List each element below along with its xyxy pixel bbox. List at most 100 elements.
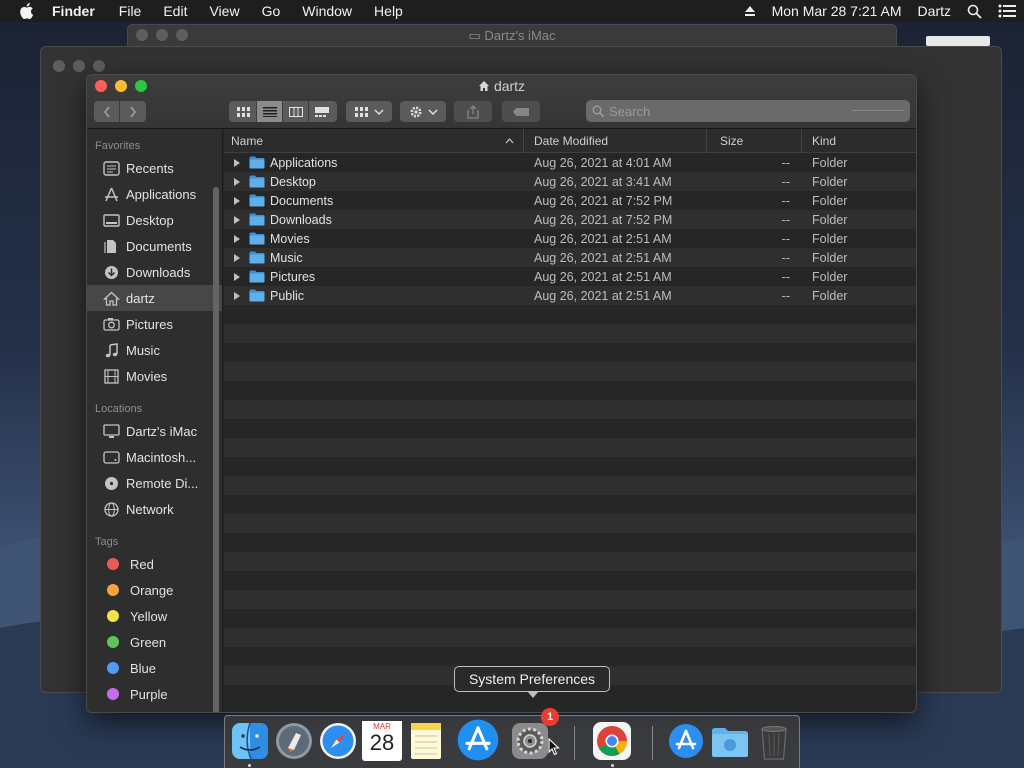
column-header-label: Name [231,133,264,148]
search-field-underline [852,110,904,111]
table-row[interactable]: Applications Aug 26, 2021 at 4:01 AM -- Fol… [224,153,916,172]
menu-edit[interactable]: Edit [163,3,187,19]
forward-button[interactable] [120,101,146,122]
menubar-clock[interactable]: Mon Mar 28 7:21 AM [772,3,902,19]
disclosure-triangle-icon[interactable] [234,291,240,300]
empty-row [224,362,916,381]
back-button[interactable] [94,101,120,122]
icon-view-button[interactable] [231,101,257,122]
sidebar-tag-orange[interactable]: Orange [87,577,222,603]
table-row[interactable]: Documents Aug 26, 2021 at 7:52 PM -- Folder [224,191,916,210]
share-button[interactable] [454,101,492,122]
sidebar-item-label: Network [126,501,174,517]
menu-view[interactable]: View [209,3,239,19]
sidebar-tag-green[interactable]: Green [87,629,222,655]
column-header-kind[interactable]: Kind [802,129,916,153]
calendar-icon[interactable]: MAR 28 [362,721,402,761]
notification-center-icon[interactable] [998,4,1016,18]
tag-color-dot [107,558,119,570]
sidebar-item-network[interactable]: Network [87,496,222,522]
sidebar-tag-blue[interactable]: Blue [87,655,222,681]
sidebar-tag-purple[interactable]: Purple [87,681,222,707]
menu-help[interactable]: Help [374,3,403,19]
file-size: -- [781,174,790,189]
notes-icon[interactable] [406,721,446,761]
sidebar-item-remote-disc[interactable]: Remote Di... [87,470,222,496]
folder-icon [249,232,265,245]
sidebar-item-macintosh-hd[interactable]: Macintosh... [87,444,222,470]
sidebar-tag-yellow[interactable]: Yellow [87,603,222,629]
empty-row [224,514,916,533]
sidebar-item-label: Red [130,556,154,572]
downloads-folder-icon[interactable] [710,721,750,761]
sidebar-item-applications[interactable]: Applications [87,181,222,207]
app-store-icon[interactable] [456,718,500,762]
menu-window[interactable]: Window [302,3,352,19]
table-row[interactable]: Desktop Aug 26, 2021 at 3:41 AM -- Folder [224,172,916,191]
sidebar-section-locations: Locations [95,403,143,415]
file-kind: Folder [812,193,848,208]
sidebar-item-movies[interactable]: Movies [87,363,222,389]
sidebar-item-recents[interactable]: Recents [87,155,222,181]
file-date: Aug 26, 2021 at 2:51 AM [534,250,672,265]
finder-icon[interactable] [230,721,270,761]
sidebar-item-home[interactable]: dartz [87,285,222,311]
eject-icon[interactable] [744,5,756,17]
sidebar-item-documents[interactable]: Documents [87,233,222,259]
dock-separator [574,726,575,760]
action-button[interactable] [400,101,446,122]
search-field[interactable] [586,100,910,122]
chrome-icon[interactable] [592,721,632,761]
launchpad-icon[interactable] [274,721,314,761]
sidebar-item-desktop[interactable]: Desktop [87,207,222,233]
sidebar-tag-red[interactable]: Red [87,551,222,577]
gallery-view-button[interactable] [309,101,335,122]
column-header-date[interactable]: Date Modified [524,128,707,153]
disclosure-triangle-icon[interactable] [234,272,240,281]
menu-go[interactable]: Go [262,3,281,19]
list-view-button[interactable] [257,101,283,122]
disclosure-triangle-icon[interactable] [234,215,240,224]
disclosure-triangle-icon[interactable] [234,158,240,167]
sidebar-item-music[interactable]: Music [87,337,222,363]
table-row[interactable]: Downloads Aug 26, 2021 at 7:52 PM -- Folder [224,210,916,229]
table-row[interactable]: Public Aug 26, 2021 at 2:51 AM -- Folder [224,286,916,305]
safari-icon[interactable] [318,721,358,761]
sidebar-item-label: Purple [130,686,168,702]
search-input[interactable] [609,103,849,119]
table-row[interactable]: Music Aug 26, 2021 at 2:51 AM -- Folder [224,248,916,267]
sidebar-item-label: Green [130,634,167,650]
spotlight-search-icon[interactable] [967,4,982,19]
globe-icon [104,501,119,517]
file-date: Aug 26, 2021 at 2:51 AM [534,231,672,246]
file-date: Aug 26, 2021 at 3:41 AM [534,174,672,189]
column-view-button[interactable] [283,101,309,122]
disclosure-triangle-icon[interactable] [234,177,240,186]
nav-buttons [94,101,146,122]
edit-tags-button[interactable] [502,101,540,122]
sidebar-item-pictures[interactable]: Pictures [87,311,222,337]
file-name: Applications [270,155,338,170]
sidebar-item-label: Remote Di... [126,475,199,491]
sidebar-item-downloads[interactable]: Downloads [87,259,222,285]
column-header-size[interactable]: Size [707,128,802,153]
column-header-name[interactable]: Name [224,128,524,153]
app-store-folder-icon[interactable] [666,721,706,761]
apple-icon[interactable] [18,2,34,20]
empty-row [224,457,916,476]
menubar-user[interactable]: Dartz [918,3,951,19]
system-preferences-icon[interactable] [510,721,550,761]
disclosure-triangle-icon[interactable] [234,196,240,205]
finder-window[interactable]: dartz Search Favorites Recents Applicati… [86,74,917,713]
disclosure-triangle-icon[interactable] [234,253,240,262]
table-row[interactable]: Pictures Aug 26, 2021 at 2:51 AM -- Folder [224,267,916,286]
menu-app-name[interactable]: Finder [52,3,95,19]
menu-file[interactable]: File [119,3,142,19]
sidebar-scrollbar[interactable] [213,187,219,712]
disclosure-triangle-icon[interactable] [234,234,240,243]
table-row[interactable]: Movies Aug 26, 2021 at 2:51 AM -- Folder [224,229,916,248]
trash-icon[interactable] [754,721,794,761]
sidebar-item-imac[interactable]: Dartz's iMac [87,418,222,444]
group-by-button[interactable] [346,101,392,122]
chevron-down-icon [373,108,384,115]
